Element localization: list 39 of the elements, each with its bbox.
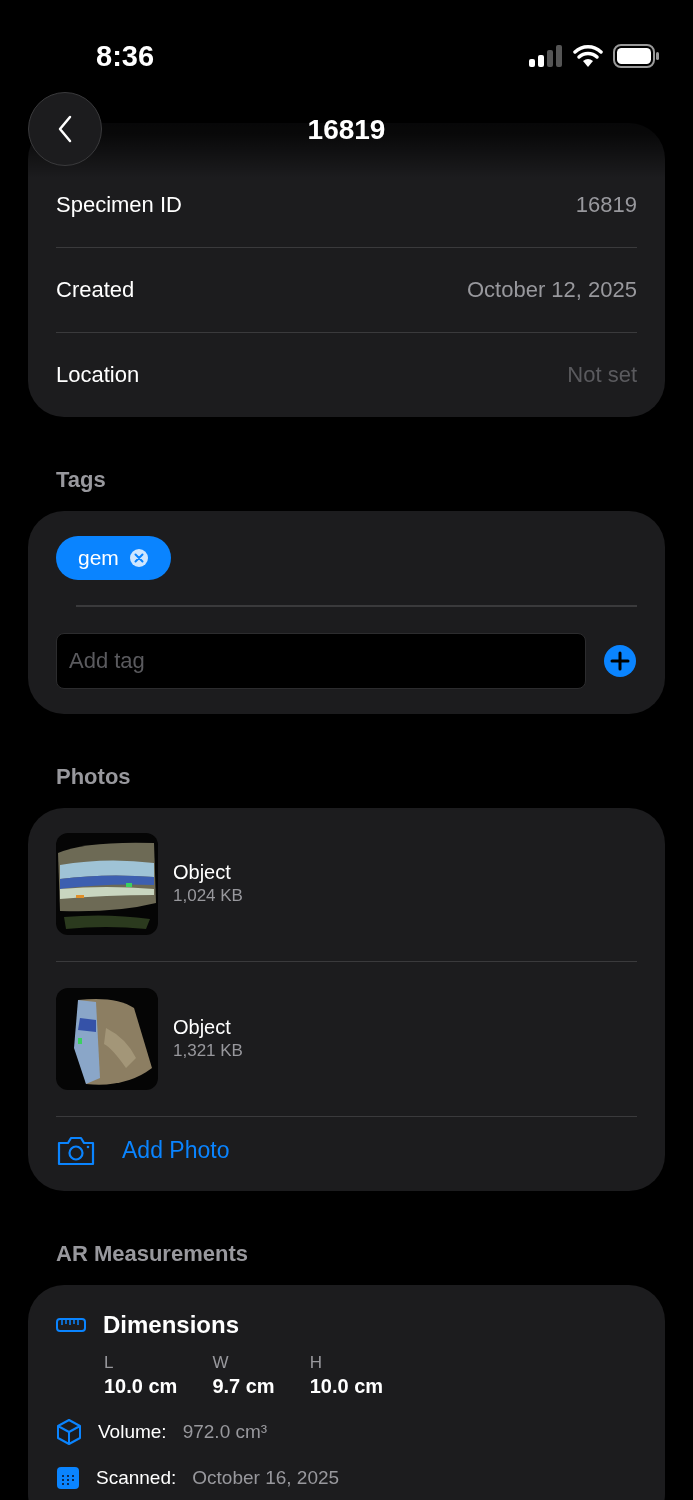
- volume-value: 972.0 cm³: [182, 1420, 268, 1443]
- add-icon[interactable]: [603, 643, 637, 678]
- ruler-icon: [56, 1317, 86, 1332]
- section-heading: Tags: [55, 466, 107, 494]
- dimension-value: 10.0 cm: [309, 1374, 384, 1398]
- dimensions-title: Dimensions: [103, 1310, 240, 1339]
- volume-label: Volume:: [98, 1420, 167, 1443]
- tag-chip[interactable]: gem: [56, 536, 171, 580]
- calendar-icon: [56, 1465, 80, 1490]
- section-heading: Photos: [55, 762, 132, 791]
- status-time: 8:36: [96, 39, 155, 73]
- tag-input-field[interactable]: Add tag: [56, 632, 586, 689]
- row-label: Specimen ID: [56, 192, 182, 218]
- axis-label: W: [212, 1352, 230, 1373]
- scanned-value: October 16, 2025: [192, 1466, 340, 1489]
- add-photo-link[interactable]: Add Photo: [122, 1137, 230, 1164]
- photo-name: Object: [173, 861, 232, 884]
- nav-title: 16819: [307, 114, 386, 146]
- cube-icon: [56, 1417, 82, 1446]
- dimension-value: 10.0 cm: [104, 1374, 178, 1398]
- photo-name: Object: [173, 1016, 232, 1039]
- row-value: October 12, 2025: [467, 277, 637, 303]
- signal-icon: [529, 45, 563, 67]
- row-label: Location: [56, 362, 140, 388]
- battery-icon: [613, 44, 659, 68]
- scanned-label: Scanned:: [96, 1466, 177, 1489]
- camera-icon[interactable]: [56, 1135, 96, 1166]
- row-label: Created: [56, 277, 135, 303]
- row-value: 16819: [575, 192, 637, 218]
- remove-icon[interactable]: [128, 548, 149, 568]
- wifi-icon: [573, 45, 603, 67]
- photo-size: 1,321 KB: [173, 1041, 243, 1061]
- chevron-left-icon: [57, 115, 73, 143]
- dimension-value: 9.7 cm: [212, 1374, 275, 1398]
- row-value: Not set: [567, 362, 637, 388]
- photo-size: 1,024 KB: [173, 886, 243, 906]
- axis-label: L: [104, 1352, 115, 1373]
- section-heading: AR Measurements: [55, 1239, 249, 1268]
- axis-label: H: [309, 1352, 323, 1373]
